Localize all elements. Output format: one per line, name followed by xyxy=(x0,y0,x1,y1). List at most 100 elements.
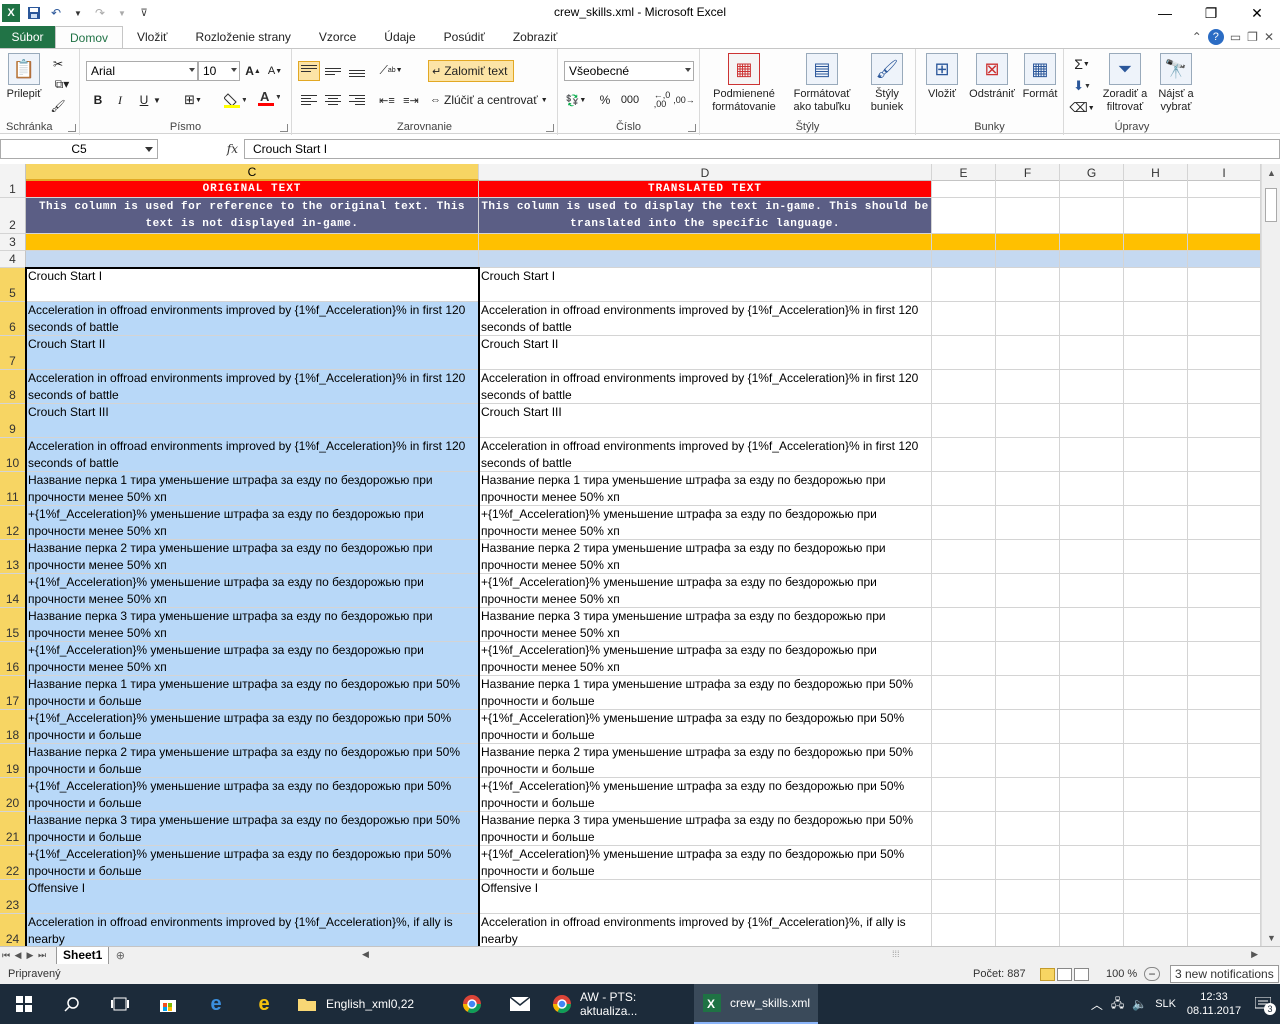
empty-cell[interactable] xyxy=(996,676,1060,710)
empty-cell[interactable] xyxy=(1060,880,1124,914)
empty-cell[interactable] xyxy=(1124,268,1188,302)
minimize-button[interactable]: — xyxy=(1142,0,1188,26)
horizontal-scrollbar[interactable]: ◀ ⁞⁞⁞ ▶ xyxy=(362,949,1258,962)
underline-button[interactable]: U xyxy=(136,91,152,109)
empty-cell[interactable] xyxy=(1188,268,1261,302)
empty-cell[interactable] xyxy=(996,506,1060,540)
original-text-cell[interactable]: Crouch Start III xyxy=(26,404,479,438)
empty-cell[interactable] xyxy=(1124,608,1188,642)
empty-cell[interactable] xyxy=(996,710,1060,744)
header-original-text[interactable]: ORIGINAL TEXT xyxy=(26,181,479,198)
translated-text-cell[interactable]: +{1%f_Acceleration}% уменьшение штрафа з… xyxy=(479,778,932,812)
undo-icon[interactable]: ↶ xyxy=(48,5,64,21)
empty-cell[interactable] xyxy=(932,744,996,778)
empty-cell[interactable] xyxy=(1188,710,1261,744)
tab-data[interactable]: Údaje xyxy=(370,26,429,48)
description-translated[interactable]: This column is used to display the text … xyxy=(479,198,932,234)
row-header[interactable]: 22 xyxy=(0,846,26,880)
empty-cell[interactable] xyxy=(1060,778,1124,812)
empty-cell[interactable] xyxy=(1188,642,1261,676)
empty-cell[interactable] xyxy=(1124,676,1188,710)
normal-view-icon[interactable] xyxy=(1040,967,1055,981)
empty-cell[interactable] xyxy=(1060,676,1124,710)
empty-cell[interactable] xyxy=(932,404,996,438)
empty-cell[interactable] xyxy=(1188,370,1261,404)
original-text-cell[interactable]: +{1%f_Acceleration}% уменьшение штрафа з… xyxy=(26,642,479,676)
cell-styles-button[interactable]: 🖌 Štýly buniek xyxy=(860,53,914,114)
delete-cells-button[interactable]: ⊠ Odstrániť xyxy=(966,53,1018,101)
shrink-font-icon[interactable]: A ▼ xyxy=(266,62,284,80)
empty-cell[interactable] xyxy=(996,914,1060,946)
empty-cell[interactable] xyxy=(932,268,996,302)
empty-cell[interactable] xyxy=(932,574,996,608)
empty-cell[interactable] xyxy=(1060,181,1124,198)
row-header[interactable]: 19 xyxy=(0,744,26,778)
font-name-select[interactable]: Arial xyxy=(86,61,198,81)
empty-cell[interactable] xyxy=(932,812,996,846)
blue-band-cell[interactable] xyxy=(996,251,1060,268)
insert-cells-button[interactable]: ⊞ Vložiť xyxy=(920,53,964,101)
blue-band-cell[interactable] xyxy=(1188,251,1261,268)
font-size-select[interactable]: 10 xyxy=(198,61,240,81)
row-header[interactable]: 1 xyxy=(0,181,26,198)
row-header[interactable]: 10 xyxy=(0,438,26,472)
empty-cell[interactable] xyxy=(1124,472,1188,506)
empty-cell[interactable] xyxy=(996,181,1060,198)
empty-cell[interactable] xyxy=(1188,472,1261,506)
empty-cell[interactable] xyxy=(932,472,996,506)
cut-icon[interactable]: ✂ xyxy=(50,55,66,73)
empty-cell[interactable] xyxy=(1124,540,1188,574)
sort-filter-button[interactable]: ⏷ Zoradiť a filtrovať xyxy=(1098,53,1152,114)
original-text-cell[interactable]: Название перка 2 тира уменьшение штрафа … xyxy=(26,540,479,574)
empty-cell[interactable] xyxy=(1188,198,1261,234)
empty-cell[interactable] xyxy=(1188,574,1261,608)
taskbar-app-explorer[interactable]: English_xml0,22 xyxy=(288,984,448,1024)
page-break-view-icon[interactable] xyxy=(1074,967,1089,981)
search-icon[interactable] xyxy=(48,984,96,1024)
translated-text-cell[interactable]: +{1%f_Acceleration}% уменьшение штрафа з… xyxy=(479,846,932,880)
original-text-cell[interactable]: Название перка 1 тира уменьшение штрафа … xyxy=(26,676,479,710)
new-sheet-icon[interactable]: ⊕ xyxy=(111,948,129,964)
input-language[interactable]: SLK xyxy=(1155,998,1176,1010)
empty-cell[interactable] xyxy=(1124,778,1188,812)
original-text-cell[interactable]: +{1%f_Acceleration}% уменьшение штрафа з… xyxy=(26,846,479,880)
row-header[interactable]: 12 xyxy=(0,506,26,540)
header-translated-text[interactable]: TRANSLATED TEXT xyxy=(479,181,932,198)
page-layout-view-icon[interactable] xyxy=(1057,967,1072,981)
translated-text-cell[interactable]: Название перка 1 тира уменьшение штрафа … xyxy=(479,676,932,710)
row-header[interactable]: 2 xyxy=(0,198,26,234)
start-button[interactable] xyxy=(0,984,48,1024)
decrease-decimal-icon[interactable]: ,00→ xyxy=(673,91,695,109)
align-top-button[interactable] xyxy=(298,61,320,81)
row-header[interactable]: 16 xyxy=(0,642,26,676)
empty-cell[interactable] xyxy=(932,914,996,946)
original-text-cell[interactable]: Offensive I xyxy=(26,880,479,914)
row-header[interactable]: 7 xyxy=(0,336,26,370)
align-bottom-button[interactable] xyxy=(346,61,368,81)
zoom-level[interactable]: 100 % xyxy=(1106,968,1137,980)
empty-cell[interactable] xyxy=(996,778,1060,812)
empty-cell[interactable] xyxy=(1124,710,1188,744)
row-header[interactable]: 6 xyxy=(0,302,26,336)
translated-text-cell[interactable]: Acceleration in offroad environments imp… xyxy=(479,914,932,946)
excel-logo-icon[interactable]: X xyxy=(2,4,20,22)
borders-icon[interactable]: ⊞ ▼ xyxy=(180,91,206,109)
empty-cell[interactable] xyxy=(1124,336,1188,370)
translated-text-cell[interactable]: Acceleration in offroad environments imp… xyxy=(479,438,932,472)
increase-indent-icon[interactable]: ≡⇥ xyxy=(400,91,422,109)
empty-cell[interactable] xyxy=(1060,540,1124,574)
empty-cell[interactable] xyxy=(1188,778,1261,812)
prev-sheet-icon[interactable]: ◀ xyxy=(12,950,24,961)
align-center-button[interactable] xyxy=(322,91,344,109)
tab-insert[interactable]: Vložiť xyxy=(123,26,182,48)
empty-cell[interactable] xyxy=(1060,574,1124,608)
taskbar-app-excel[interactable]: X crew_skills.xml xyxy=(694,984,818,1024)
empty-cell[interactable] xyxy=(932,710,996,744)
empty-cell[interactable] xyxy=(932,438,996,472)
translated-text-cell[interactable]: +{1%f_Acceleration}% уменьшение штрафа з… xyxy=(479,574,932,608)
tab-view[interactable]: Zobraziť xyxy=(499,26,572,48)
original-text-cell[interactable]: +{1%f_Acceleration}% уменьшение штрафа з… xyxy=(26,710,479,744)
empty-cell[interactable] xyxy=(1188,438,1261,472)
original-text-cell[interactable]: Crouch Start II xyxy=(26,336,479,370)
original-text-cell[interactable]: Acceleration in offroad environments imp… xyxy=(26,370,479,404)
